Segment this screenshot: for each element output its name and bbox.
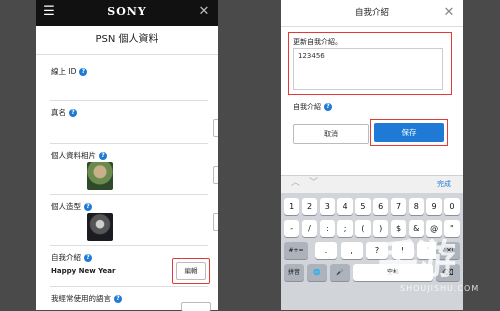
online-id-label: 線上 ID [51, 67, 77, 76]
key-6-row2[interactable]: $ [390, 220, 407, 237]
watermark-logo: 手游 [378, 237, 456, 283]
divider [50, 245, 208, 246]
help-icon[interactable]: ? [79, 68, 88, 76]
avatar-row: 個人造型? [51, 202, 92, 212]
divider [50, 100, 208, 101]
key-7-row2[interactable]: & [408, 220, 424, 237]
previous-field-icon[interactable]: ︿ [291, 177, 300, 189]
next-field-icon[interactable]: ﹀ [309, 177, 318, 189]
cancel-button[interactable]: 取消 [293, 124, 369, 144]
about-me-label: 自我介紹 [293, 103, 321, 111]
key-3-row1[interactable]: 4 [337, 198, 353, 215]
key-5-row2[interactable]: ) [373, 220, 389, 237]
field-label: 更新自我介紹。 [293, 38, 342, 46]
help-icon[interactable]: ? [114, 295, 122, 303]
avatar-image [87, 213, 113, 241]
key-9-row1[interactable]: 0 [444, 198, 460, 215]
globe-key[interactable]: 🌐 [307, 264, 327, 281]
key-0-row2[interactable]: - [284, 220, 300, 237]
edit-profile-photo-button[interactable]: 編輯 [213, 166, 218, 184]
divider [50, 143, 208, 144]
about-me-textarea[interactable]: 123456 [293, 48, 443, 90]
real-name-row: 真名? [51, 108, 77, 118]
watermark: 手游 SHOUJISHU.COM [378, 238, 496, 302]
help-icon[interactable]: ? [99, 152, 107, 160]
key-2-row2[interactable]: : [319, 220, 335, 237]
about-me-label: 自我介紹 [51, 253, 81, 262]
help-icon[interactable]: ? [69, 109, 77, 117]
key-9-row2[interactable]: " [444, 220, 460, 237]
key-4-row2[interactable]: ( [355, 220, 371, 237]
about-me-row: 自我介紹? [51, 253, 92, 263]
key-7-row1[interactable]: 8 [408, 198, 424, 215]
pinyin-key[interactable]: 拼音 [284, 264, 304, 281]
highlight-frame: 編輯 [172, 258, 210, 284]
key-3-row2[interactable]: ; [337, 220, 353, 237]
help-icon[interactable]: ? [84, 254, 92, 262]
key-8-row1[interactable]: 9 [426, 198, 442, 215]
key-1-row2[interactable]: / [301, 220, 318, 237]
profile-photo-image [87, 162, 113, 190]
key-8-row2[interactable]: @ [426, 220, 442, 237]
online-id-row: 線上 ID? [51, 67, 88, 77]
help-icon[interactable]: ? [324, 103, 332, 111]
close-icon[interactable]: ✕ [441, 5, 457, 21]
divider [50, 194, 208, 195]
top-navigation-bar: ☰ SONY ✕ [36, 0, 218, 26]
profile-photo-row: 個人資料相片? [51, 151, 107, 161]
symbols-toggle-key[interactable]: #+= [284, 242, 308, 259]
edit-about-me-button[interactable]: 編輯 [176, 262, 206, 280]
about-me-row: 自我介紹? [293, 102, 332, 112]
about-me-value: Happy New Year [51, 267, 116, 275]
key-4-row1[interactable]: 5 [355, 198, 371, 215]
dialog-title: 自我介紹 [354, 8, 389, 18]
avatar-label: 個人造型 [51, 202, 81, 211]
real-name-label: 真名 [51, 108, 66, 117]
key-1-row1[interactable]: 2 [301, 198, 318, 215]
key-2-row1[interactable]: 3 [319, 198, 335, 215]
key-1-row3[interactable]: , [340, 242, 363, 259]
brand-logo: SONY [107, 5, 147, 18]
save-button[interactable]: 保存 [374, 123, 444, 142]
key-0-row1[interactable]: 1 [284, 198, 300, 215]
microphone-key[interactable]: 🎤 [330, 264, 350, 281]
page-title: PSN 個人資料 [36, 26, 218, 55]
languages-row: 我經常使用的語言? [51, 294, 122, 304]
key-6-row1[interactable]: 7 [390, 198, 407, 215]
done-button[interactable]: 完成 [437, 179, 451, 189]
watermark-site: SHOUJISHU.COM [400, 284, 480, 293]
close-icon[interactable]: ✕ [196, 4, 212, 20]
profile-photo-label: 個人資料相片 [51, 151, 96, 160]
help-icon[interactable]: ? [84, 203, 92, 211]
key-5-row1[interactable]: 6 [373, 198, 389, 215]
edit-real-name-button[interactable]: 編輯 [213, 119, 218, 137]
key-0-row3[interactable]: . [315, 242, 337, 259]
dialog-header: 自我介紹 ✕ [281, 0, 463, 27]
languages-label: 我經常使用的語言 [51, 294, 111, 303]
edit-avatar-button[interactable]: 編輯 [213, 213, 218, 231]
divider [50, 286, 208, 287]
